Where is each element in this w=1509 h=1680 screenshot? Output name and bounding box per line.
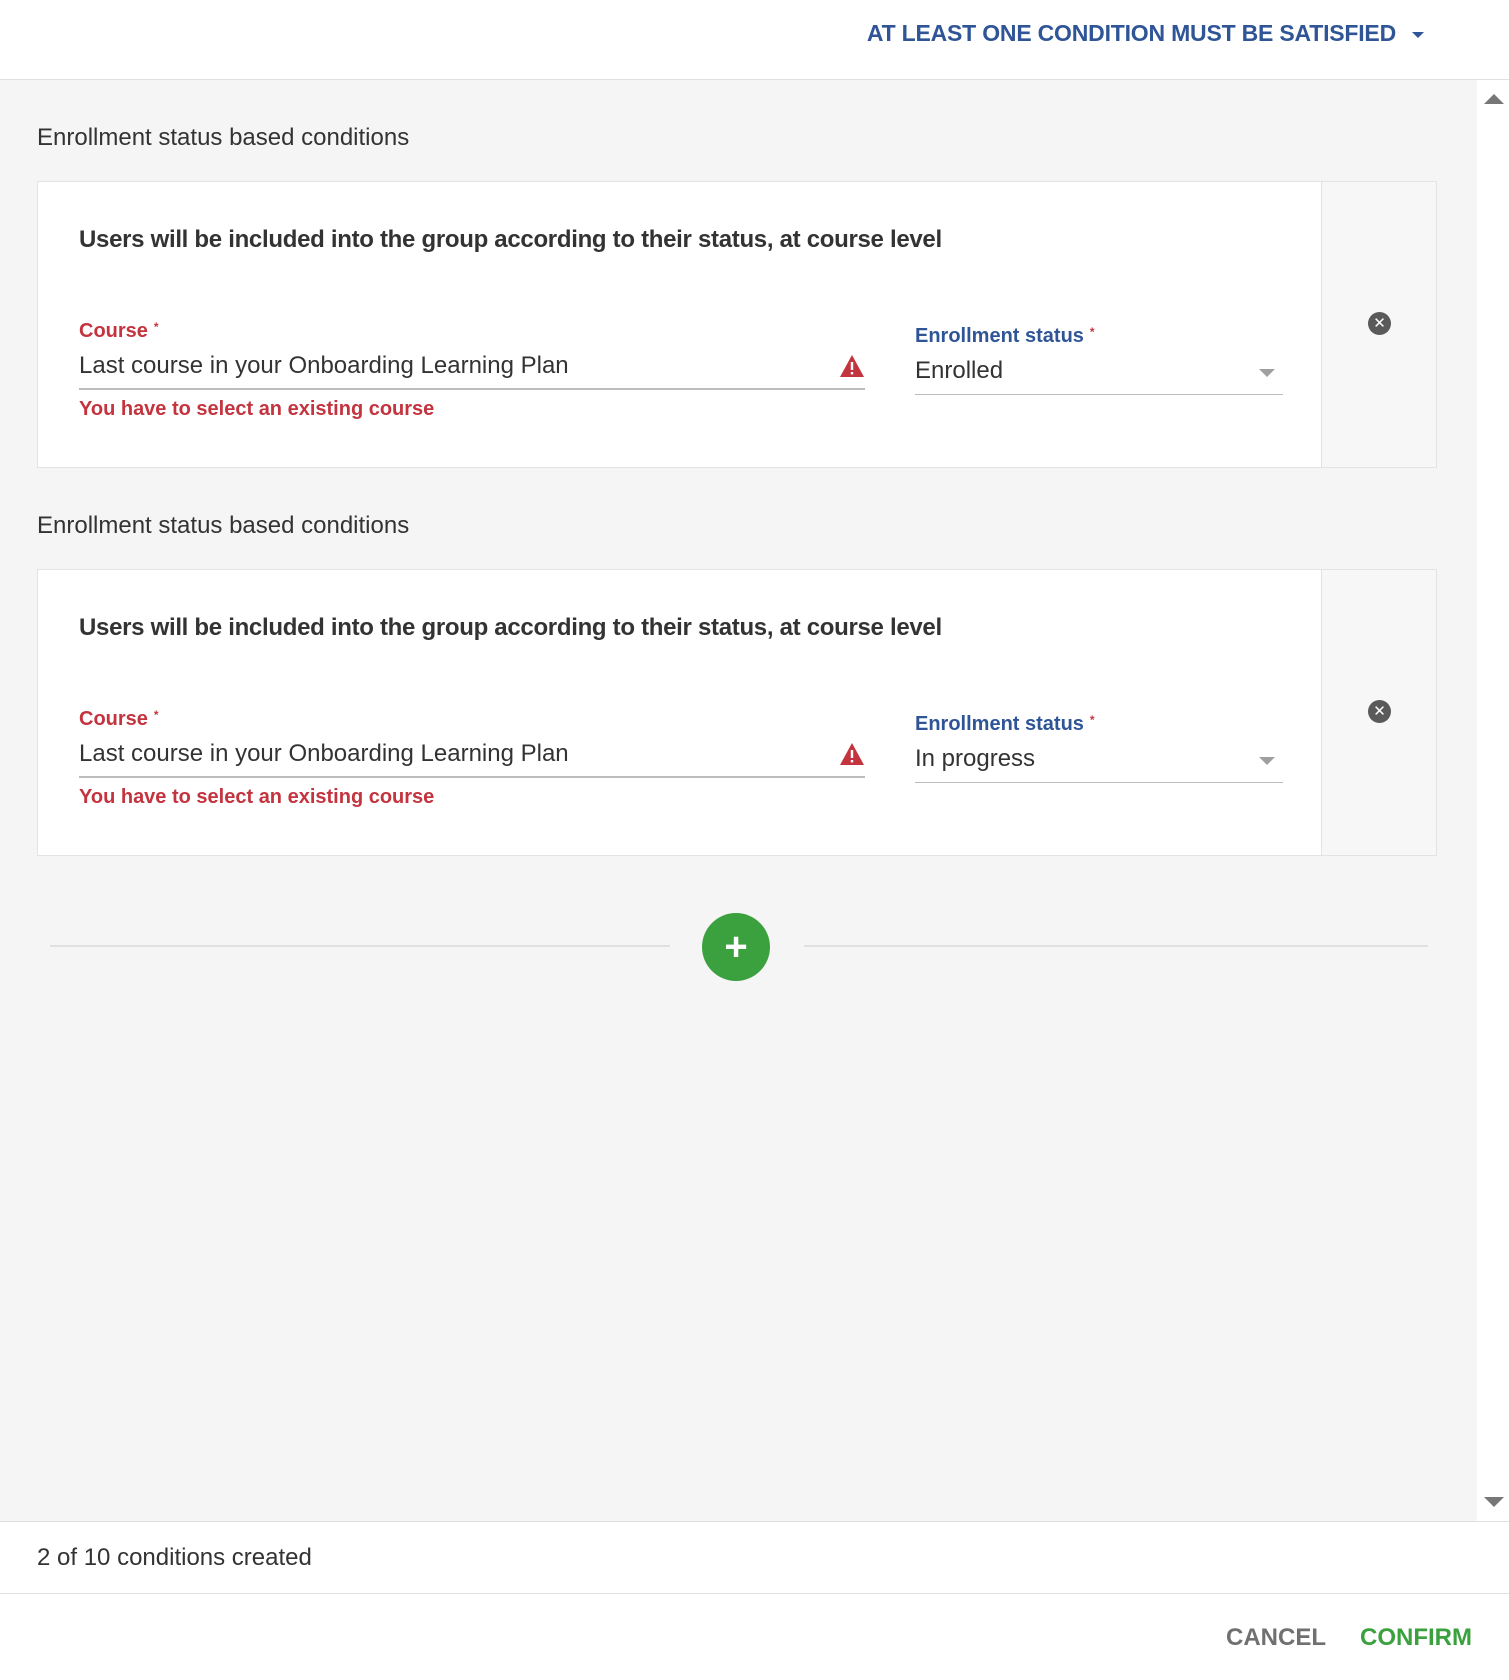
chevron-down-icon [1412,31,1424,38]
course-input[interactable]: Last course in your Onboarding Learning … [79,350,865,390]
enrollment-status-value: In progress [915,745,1036,772]
required-mark: * [1089,325,1095,339]
condition-logic-dropdown[interactable]: AT LEAST ONE CONDITION MUST BE SATISFIED [867,20,1424,47]
add-condition-row: + [50,911,1428,981]
card-actions: ✕ [1321,570,1436,855]
condition-card-2: Users will be included into the group ac… [37,569,1437,856]
condition-card-1: Users will be included into the group ac… [37,181,1437,468]
enrollment-status-label: Enrollment status * [915,713,1095,736]
enrollment-status-value: Enrolled [915,357,1004,384]
divider-right [804,945,1428,947]
required-mark: * [1089,713,1095,727]
course-label: Course * [79,708,159,731]
warning-icon [840,743,864,765]
vertical-scrollbar[interactable] [1477,80,1509,1521]
course-label: Course * [79,320,159,343]
chevron-down-icon [1259,369,1275,377]
course-input[interactable]: Last course in your Onboarding Learning … [79,738,865,778]
course-input-value: Last course in your Onboarding Learning … [79,740,569,767]
required-mark: * [153,320,159,334]
course-error-message: You have to select an existing course [79,786,435,808]
warning-icon [840,355,864,377]
card-actions: ✕ [1321,182,1436,467]
course-input-value: Last course in your Onboarding Learning … [79,352,569,379]
dialog-footer: CANCEL CONFIRM [0,1594,1509,1680]
confirm-button[interactable]: CONFIRM [1360,1624,1472,1652]
condition-logic-label: AT LEAST ONE CONDITION MUST BE SATISFIED [866,20,1396,46]
required-mark: * [153,708,159,722]
conditions-panel: Enrollment status based conditions Users… [0,80,1477,1521]
condition-heading: Users will be included into the group ac… [79,226,942,253]
enrollment-status-label-text: Enrollment status [915,325,1084,347]
divider-left [50,945,670,947]
close-circle-icon[interactable]: ✕ [1368,312,1391,335]
dialog-header: AT LEAST ONE CONDITION MUST BE SATISFIED [0,0,1509,80]
section-title-2: Enrollment status based conditions [37,512,410,539]
enrollment-status-label: Enrollment status * [915,325,1095,348]
enrollment-status-select[interactable]: Enrolled [915,355,1283,395]
section-title-1: Enrollment status based conditions [37,124,410,151]
scroll-down-icon[interactable] [1484,1497,1504,1507]
course-error-message: You have to select an existing course [79,398,435,420]
enrollment-status-label-text: Enrollment status [915,713,1084,735]
cancel-button[interactable]: CANCEL [1226,1624,1326,1652]
enrollment-status-select[interactable]: In progress [915,743,1283,783]
course-label-text: Course [79,708,148,730]
conditions-counter: 2 of 10 conditions created [37,1544,312,1571]
close-circle-icon[interactable]: ✕ [1368,700,1391,723]
plus-icon[interactable]: + [702,913,770,981]
condition-heading: Users will be included into the group ac… [79,614,942,641]
chevron-down-icon [1259,757,1275,765]
conditions-counter-bar: 2 of 10 conditions created [0,1521,1509,1594]
scroll-up-icon[interactable] [1484,94,1504,104]
course-label-text: Course [79,320,148,342]
